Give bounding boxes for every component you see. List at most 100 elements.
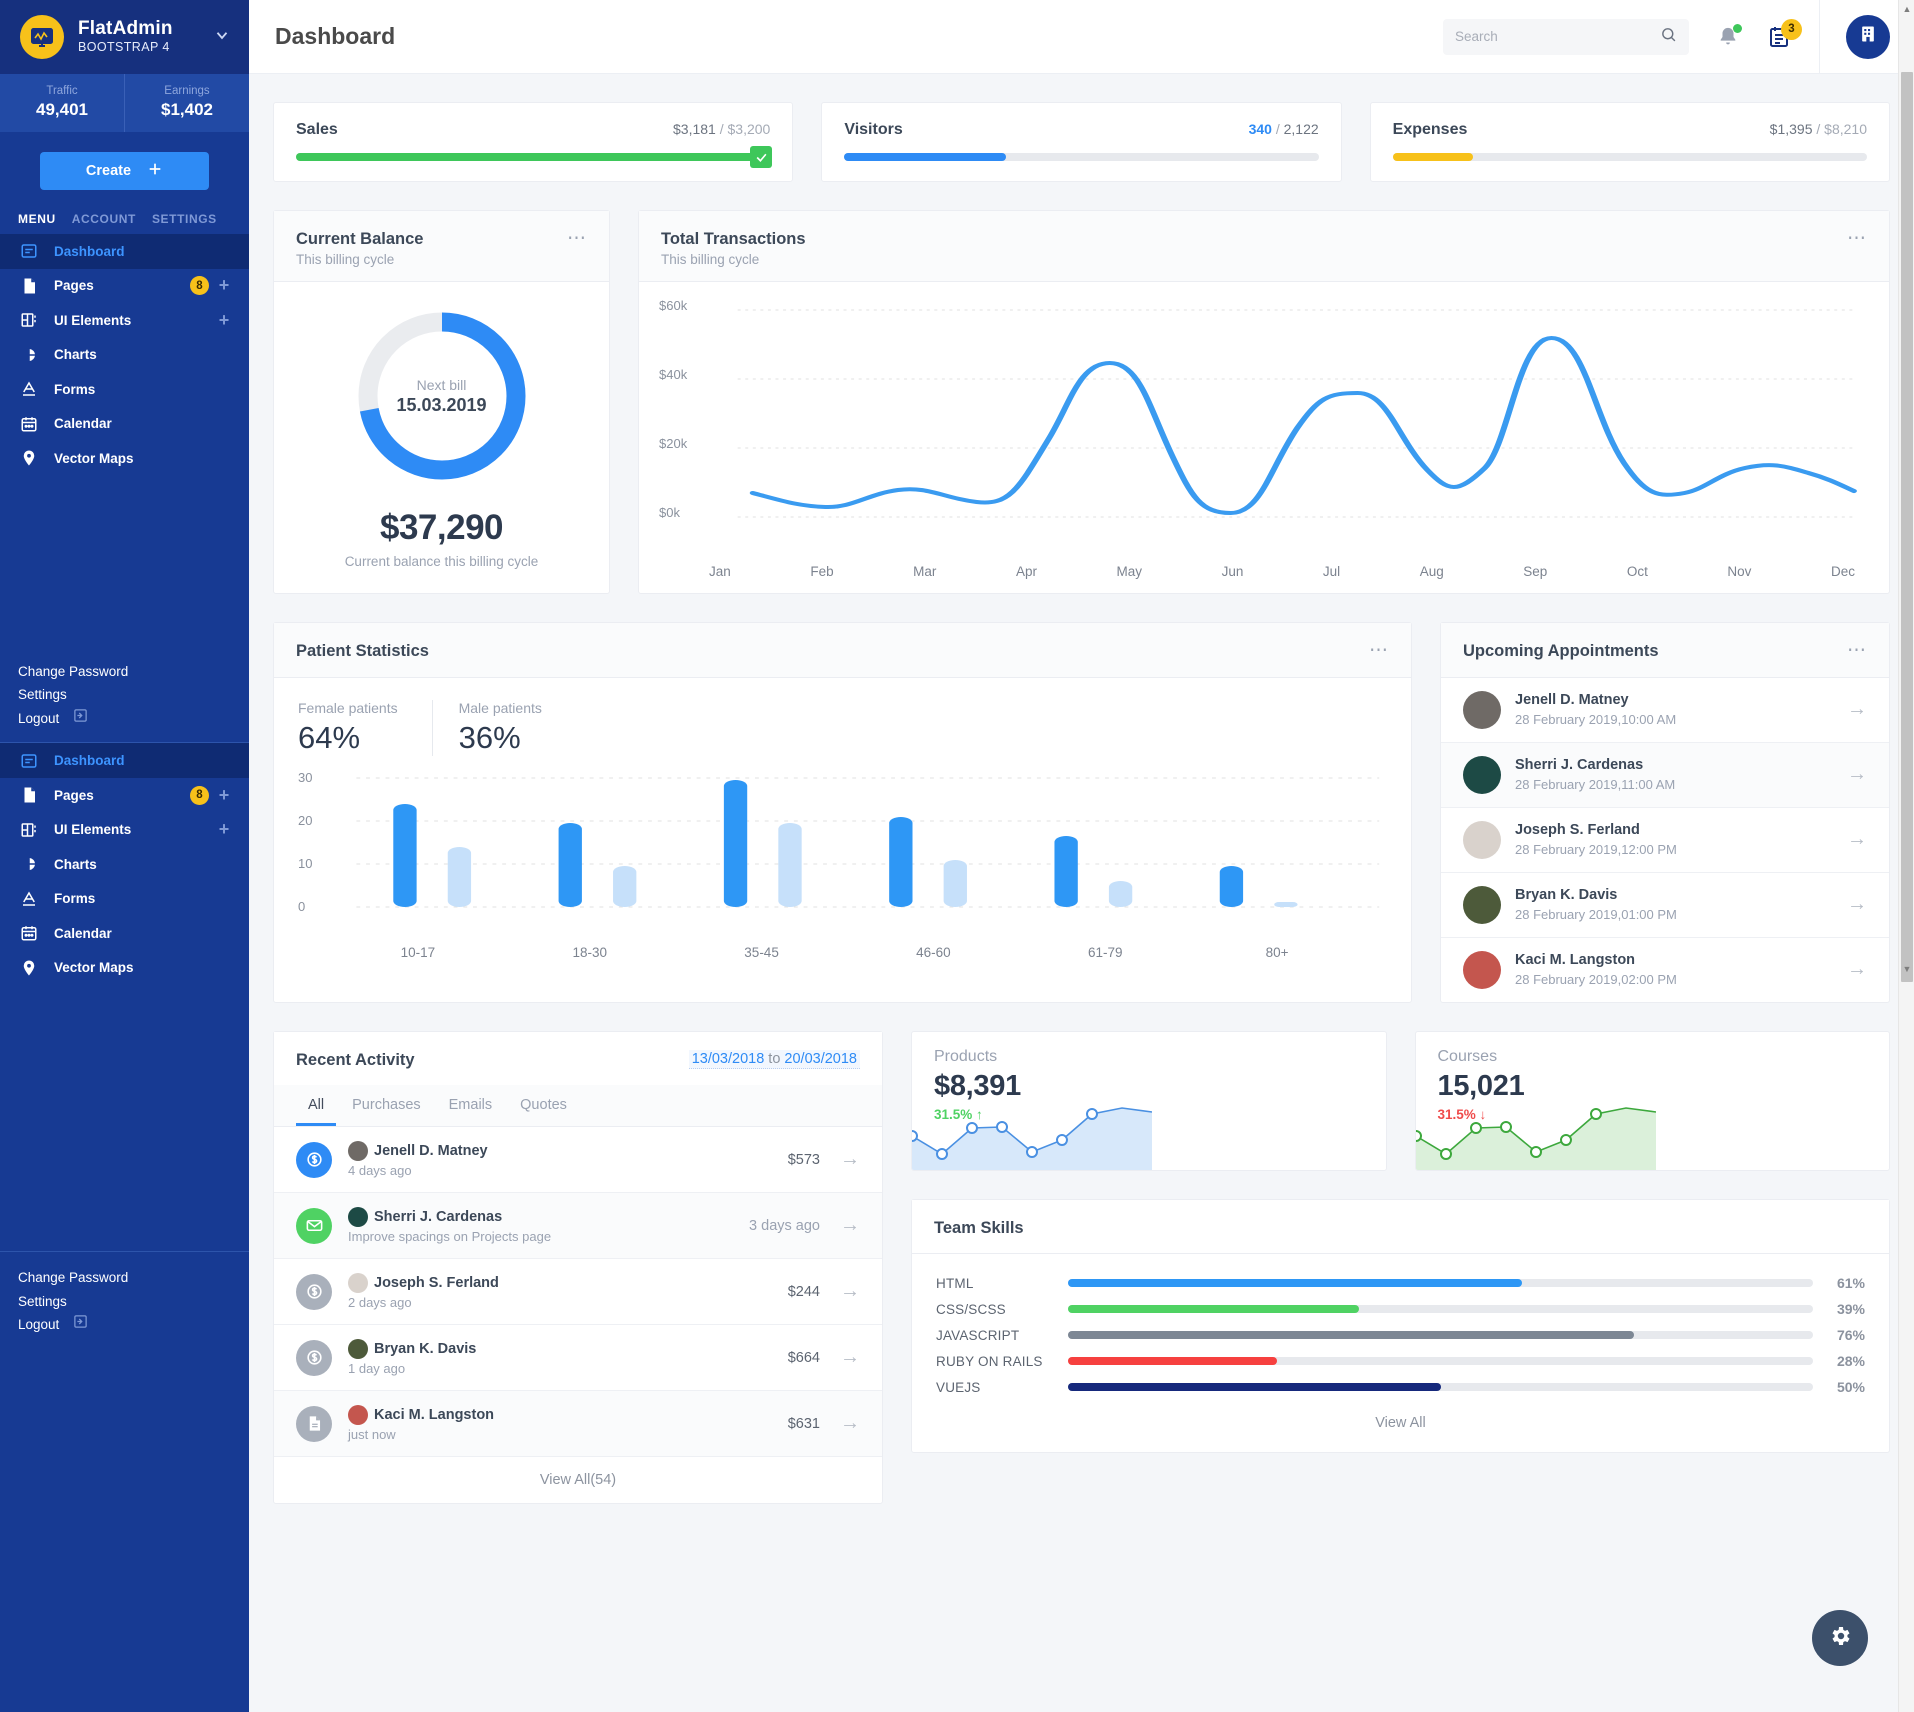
- sidebar-item-pages[interactable]: Pages 8 +: [0, 269, 249, 304]
- expand-plus-icon[interactable]: +: [217, 310, 231, 331]
- page-scrollbar[interactable]: ▲ ▼: [1898, 0, 1914, 1712]
- date-to-label: to: [768, 1050, 781, 1067]
- list-item[interactable]: Kaci M. Langston 28 February 2019,02:00 …: [1441, 938, 1889, 1002]
- list-item[interactable]: Sherri J. Cardenas Improve spacings on P…: [274, 1193, 882, 1260]
- view-all-skills-button[interactable]: View All: [912, 1400, 1889, 1446]
- sidebar-item-charts[interactable]: Charts: [0, 338, 249, 373]
- search-box[interactable]: [1443, 18, 1689, 55]
- navtab-menu[interactable]: MENU: [18, 212, 56, 230]
- chevron-down-icon[interactable]: [213, 26, 231, 49]
- arrow-right-icon[interactable]: →: [840, 1412, 860, 1435]
- list-item[interactable]: Jenell D. Matney 28 February 2019,10:00 …: [1441, 678, 1889, 743]
- check-icon: [750, 146, 773, 168]
- expand-plus-icon[interactable]: +: [217, 819, 231, 840]
- arrow-right-icon[interactable]: →: [840, 1346, 860, 1369]
- sidebar-item-forms-2[interactable]: Forms: [0, 881, 249, 916]
- arrow-right-icon[interactable]: →: [1847, 763, 1867, 786]
- appointment-time: 28 February 2019,02:00 PM: [1515, 971, 1677, 987]
- sidebar-item-calendar-2[interactable]: Calendar: [0, 916, 249, 951]
- xtick-label: Jul: [1322, 564, 1341, 580]
- sidebar-item-charts-2[interactable]: Charts: [0, 847, 249, 882]
- xtick-label: 80+: [1265, 944, 1289, 960]
- scroll-up-arrow[interactable]: ▲: [1899, 0, 1914, 18]
- brand-subtitle: BOOTSTRAP 4: [78, 40, 170, 55]
- navtab-account[interactable]: ACCOUNT: [72, 212, 136, 230]
- list-item[interactable]: Joseph S. Ferland 28 February 2019,12:00…: [1441, 808, 1889, 873]
- expand-plus-icon[interactable]: +: [217, 785, 231, 806]
- sidebar-item-ui-elements-2[interactable]: UI Elements +: [0, 812, 249, 847]
- skill-fill: [1068, 1383, 1441, 1392]
- card-title: Total Transactions: [661, 230, 806, 248]
- sidebar-badge: 8: [190, 276, 209, 296]
- settings-link-2[interactable]: Settings: [18, 1290, 231, 1314]
- date-range-picker[interactable]: 13/03/2018 to 20/03/2018: [688, 1049, 860, 1069]
- building-icon: [1858, 24, 1878, 49]
- xtick-label: Feb: [810, 564, 834, 580]
- progress-sep: /: [1812, 121, 1825, 137]
- list-item[interactable]: Sherri J. Cardenas 28 February 2019,11:0…: [1441, 742, 1889, 808]
- more-horizontal-icon[interactable]: ⋯: [1369, 641, 1389, 660]
- calendar-button[interactable]: 3: [1767, 18, 1802, 49]
- xtick-label: Aug: [1419, 564, 1444, 580]
- list-item[interactable]: Joseph S. Ferland 2 days ago $244 →: [274, 1259, 882, 1326]
- arrow-right-icon[interactable]: →: [840, 1214, 860, 1237]
- change-password-link[interactable]: Change Password: [18, 660, 231, 684]
- create-button[interactable]: Create: [40, 152, 209, 190]
- sidebar-item-dashboard[interactable]: Dashboard: [0, 234, 249, 269]
- change-password-link-2[interactable]: Change Password: [18, 1266, 231, 1290]
- list-item[interactable]: Bryan K. Davis 28 February 2019,01:00 PM…: [1441, 873, 1889, 938]
- donut-label: Next bill: [416, 376, 467, 393]
- tab-quotes[interactable]: Quotes: [508, 1085, 579, 1126]
- list-item[interactable]: Kaci M. Langston just now $631 →: [274, 1391, 882, 1458]
- arrow-right-icon[interactable]: →: [1847, 893, 1867, 916]
- more-horizontal-icon[interactable]: ⋯: [1847, 229, 1867, 248]
- arrow-right-icon[interactable]: →: [1847, 958, 1867, 981]
- pie-chart-icon: [20, 855, 46, 873]
- logout-label: Logout: [18, 710, 60, 726]
- sidebar-badge: 8: [190, 785, 209, 805]
- more-horizontal-icon[interactable]: ⋯: [1847, 641, 1867, 660]
- date-from: 13/03/2018: [691, 1050, 765, 1067]
- arrow-right-icon[interactable]: →: [840, 1280, 860, 1303]
- search-input[interactable]: [1455, 29, 1660, 44]
- scrollbar-thumb[interactable]: [1901, 72, 1913, 982]
- logout-link[interactable]: Logout: [18, 707, 231, 731]
- bar-chart-xticks: 10-17 18-30 35-45 46-60 61-79 80+: [298, 945, 1387, 960]
- sidebar-item-calendar[interactable]: Calendar: [0, 407, 249, 442]
- sidebar-item-pages-2[interactable]: Pages 8 +: [0, 778, 249, 813]
- sidebar-item-forms[interactable]: Forms: [0, 372, 249, 407]
- settings-fab-button[interactable]: [1812, 1610, 1868, 1666]
- sidebar-item-vector-maps[interactable]: Vector Maps: [0, 441, 249, 476]
- activity-tabs: All Purchases Emails Quotes: [274, 1085, 882, 1128]
- file-icon: [20, 786, 46, 804]
- sidebar-item-ui-elements[interactable]: UI Elements +: [0, 303, 249, 338]
- tab-purchases[interactable]: Purchases: [340, 1085, 433, 1126]
- sidebar-item-vector-maps-2[interactable]: Vector Maps: [0, 950, 249, 985]
- expand-plus-icon[interactable]: +: [217, 275, 231, 296]
- notifications-button[interactable]: [1717, 23, 1742, 48]
- list-item[interactable]: Bryan K. Davis 1 day ago $664 →: [274, 1325, 882, 1392]
- more-horizontal-icon[interactable]: ⋯: [567, 229, 587, 248]
- arrow-right-icon[interactable]: →: [1847, 698, 1867, 721]
- tab-all[interactable]: All: [296, 1085, 337, 1127]
- skill-percent: 39%: [1836, 1301, 1865, 1318]
- list-item[interactable]: Jenell D. Matney 4 days ago $573 →: [274, 1127, 882, 1194]
- tab-emails[interactable]: Emails: [437, 1085, 505, 1126]
- avatar[interactable]: [1846, 14, 1890, 59]
- scroll-down-arrow[interactable]: ▼: [1899, 960, 1914, 978]
- arrow-right-icon[interactable]: →: [840, 1148, 860, 1171]
- settings-link[interactable]: Settings: [18, 683, 231, 707]
- view-all-activity-button[interactable]: View All(54): [274, 1457, 882, 1503]
- skill-percent: 61%: [1836, 1275, 1865, 1292]
- stat-traffic-label: Traffic: [46, 85, 78, 98]
- logout-link-2[interactable]: Logout: [18, 1313, 231, 1337]
- search-icon[interactable]: [1660, 26, 1677, 48]
- brand-header[interactable]: FlatAdmin BOOTSTRAP 4: [0, 0, 249, 74]
- map-pin-icon: [20, 449, 46, 467]
- sidebar-item-label: Vector Maps: [54, 450, 134, 466]
- arrow-right-icon[interactable]: →: [1847, 828, 1867, 851]
- file-icon: [20, 277, 46, 295]
- avatar: [1463, 820, 1501, 859]
- navtab-settings[interactable]: SETTINGS: [152, 212, 217, 230]
- sidebar-item-dashboard-2[interactable]: Dashboard: [0, 743, 249, 778]
